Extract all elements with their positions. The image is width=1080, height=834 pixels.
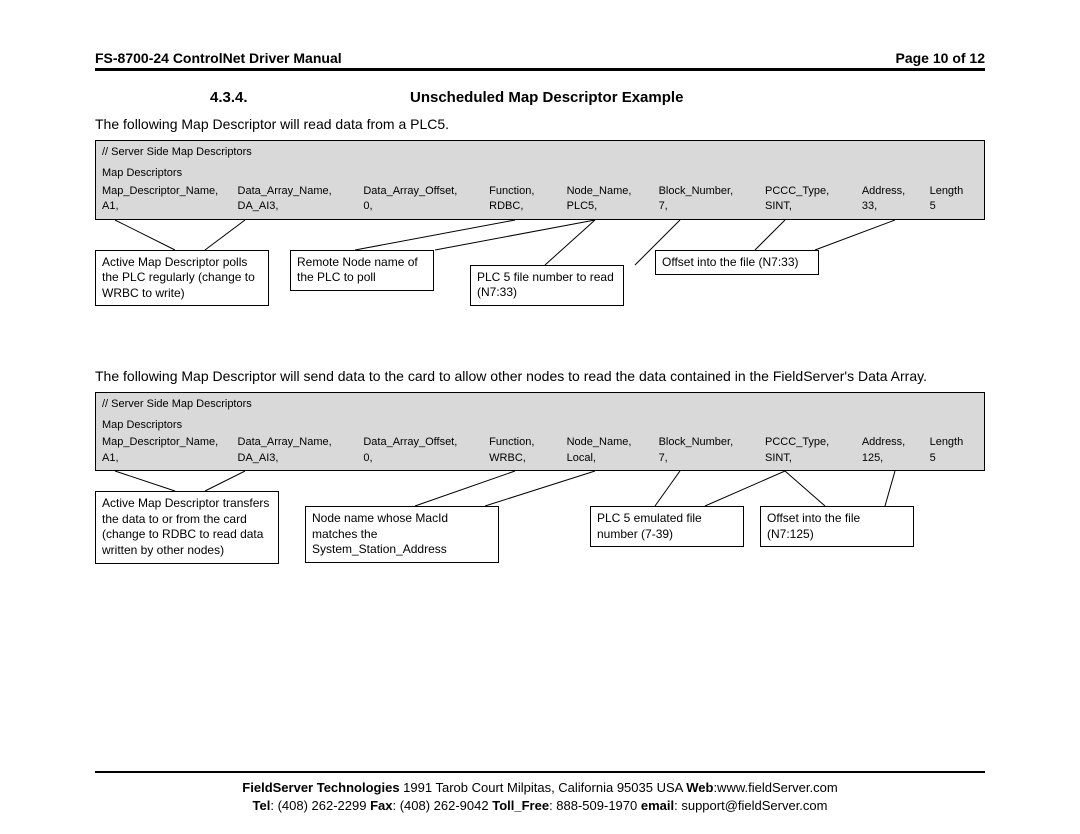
col-value: SINT, bbox=[765, 451, 862, 466]
header-rule bbox=[95, 68, 985, 71]
footer-fax-label: Fax bbox=[370, 798, 392, 813]
col-header: Length bbox=[930, 435, 978, 450]
col-header: Data_Array_Offset, bbox=[363, 435, 489, 450]
callout-node-macid: Node name whose MacId matches the System… bbox=[305, 506, 499, 563]
col-header: Block_Number, bbox=[659, 435, 765, 450]
code-value-row: A1, DA_AI3, 0, RDBC, PLC5, 7, SINT, 33, … bbox=[102, 199, 978, 214]
footer-toll: : 888-509-1970 bbox=[549, 798, 641, 813]
page-header: FS-8700-24 ControlNet Driver Manual Page… bbox=[95, 0, 985, 68]
intro-text-1: The following Map Descriptor will read d… bbox=[95, 116, 985, 132]
col-value: WRBC, bbox=[489, 451, 566, 466]
code-box-1: // Server Side Map Descriptors Map Descr… bbox=[95, 140, 985, 220]
col-value: 5 bbox=[930, 199, 978, 214]
col-value: A1, bbox=[102, 451, 238, 466]
footer-web-label: Web bbox=[686, 780, 713, 795]
col-value: DA_AI3, bbox=[238, 199, 364, 214]
col-header: Function, bbox=[489, 435, 566, 450]
col-value: 33, bbox=[862, 199, 930, 214]
footer-email: : support@fieldServer.com bbox=[674, 798, 827, 813]
col-header: Data_Array_Name, bbox=[238, 184, 364, 199]
section-title: Unscheduled Map Descriptor Example bbox=[410, 89, 683, 106]
annotation-area-2: Active Map Descriptor transfers the data… bbox=[95, 471, 985, 601]
col-header: Map_Descriptor_Name, bbox=[102, 435, 238, 450]
page-footer: FieldServer Technologies 1991 Tarob Cour… bbox=[95, 779, 985, 815]
code-label: Map Descriptors bbox=[102, 166, 978, 181]
header-page: Page 10 of 12 bbox=[896, 50, 986, 66]
col-value: A1, bbox=[102, 199, 238, 214]
code-value-row: A1, DA_AI3, 0, WRBC, Local, 7, SINT, 125… bbox=[102, 451, 978, 466]
col-header: Data_Array_Name, bbox=[238, 435, 364, 450]
col-header: Node_Name, bbox=[567, 184, 659, 199]
code-comment: // Server Side Map Descriptors bbox=[102, 145, 978, 160]
callout-emulated-file: PLC 5 emulated file number (7-39) bbox=[590, 506, 744, 547]
footer-email-label: email bbox=[641, 798, 674, 813]
code-box-2: // Server Side Map Descriptors Map Descr… bbox=[95, 392, 985, 472]
code-comment: // Server Side Map Descriptors bbox=[102, 397, 978, 412]
col-value: SINT, bbox=[765, 199, 862, 214]
footer-rule bbox=[95, 771, 985, 773]
col-value: 0, bbox=[363, 199, 489, 214]
col-header: PCCC_Type, bbox=[765, 184, 862, 199]
header-title: FS-8700-24 ControlNet Driver Manual bbox=[95, 50, 342, 66]
footer-fax: : (408) 262-9042 bbox=[392, 798, 492, 813]
footer-company: FieldServer Technologies bbox=[242, 780, 399, 795]
callout-active-map-2: Active Map Descriptor transfers the data… bbox=[95, 491, 279, 563]
col-header: Function, bbox=[489, 184, 566, 199]
footer-toll-label: Toll_Free bbox=[492, 798, 549, 813]
col-value: RDBC, bbox=[489, 199, 566, 214]
footer-web: :www.fieldServer.com bbox=[713, 780, 837, 795]
callout-file-number: PLC 5 file number to read (N7:33) bbox=[470, 265, 624, 306]
section-heading: 4.3.4. Unscheduled Map Descriptor Exampl… bbox=[95, 89, 985, 106]
col-header: Address, bbox=[862, 435, 930, 450]
code-header-row: Map_Descriptor_Name, Data_Array_Name, Da… bbox=[102, 184, 978, 199]
col-header: Length bbox=[930, 184, 978, 199]
intro-text-2: The following Map Descriptor will send d… bbox=[95, 368, 985, 384]
col-value: Local, bbox=[567, 451, 659, 466]
section-number: 4.3.4. bbox=[95, 89, 410, 106]
col-header: Map_Descriptor_Name, bbox=[102, 184, 238, 199]
code-label: Map Descriptors bbox=[102, 418, 978, 433]
footer-address: 1991 Tarob Court Milpitas, California 95… bbox=[400, 780, 687, 795]
callout-offset: Offset into the file (N7:33) bbox=[655, 250, 819, 276]
col-header: Address, bbox=[862, 184, 930, 199]
col-value: 0, bbox=[363, 451, 489, 466]
footer-tel-label: Tel bbox=[253, 798, 271, 813]
col-header: Data_Array_Offset, bbox=[363, 184, 489, 199]
footer-tel: : (408) 262-2299 bbox=[270, 798, 370, 813]
code-header-row: Map_Descriptor_Name, Data_Array_Name, Da… bbox=[102, 435, 978, 450]
col-header: Block_Number, bbox=[659, 184, 765, 199]
col-value: 5 bbox=[930, 451, 978, 466]
col-header: Node_Name, bbox=[567, 435, 659, 450]
callout-active-map: Active Map Descriptor polls the PLC regu… bbox=[95, 250, 269, 307]
col-value: 7, bbox=[659, 199, 765, 214]
col-value: 125, bbox=[862, 451, 930, 466]
col-value: DA_AI3, bbox=[238, 451, 364, 466]
callout-offset-2: Offset into the file (N7:125) bbox=[760, 506, 914, 547]
callout-remote-node: Remote Node name of the PLC to poll bbox=[290, 250, 434, 291]
col-header: PCCC_Type, bbox=[765, 435, 862, 450]
col-value: 7, bbox=[659, 451, 765, 466]
annotation-area-1: Active Map Descriptor polls the PLC regu… bbox=[95, 220, 985, 350]
col-value: PLC5, bbox=[567, 199, 659, 214]
